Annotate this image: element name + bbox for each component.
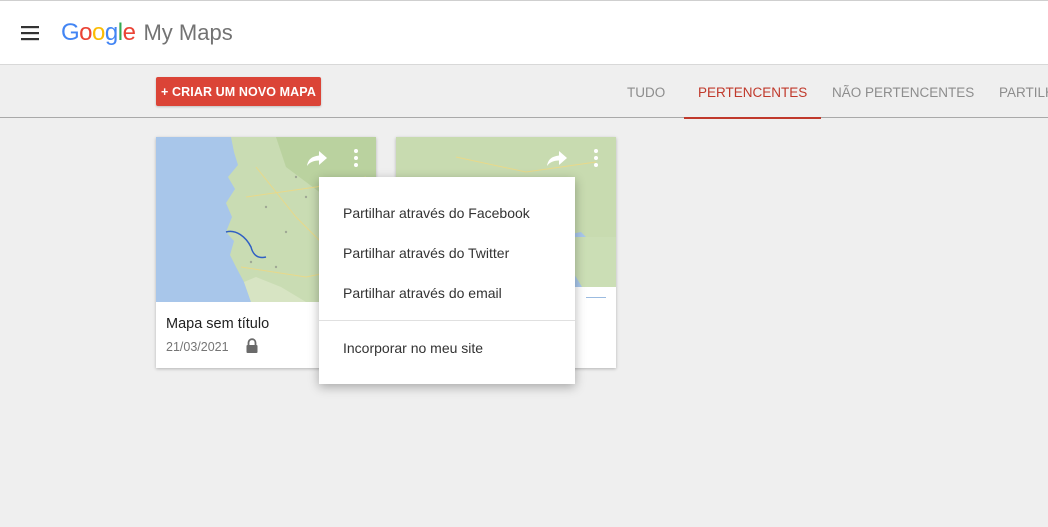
share-menu: Partilhar através do Facebook Partilhar … <box>319 177 575 384</box>
hamburger-menu-icon[interactable] <box>18 21 42 45</box>
menu-divider <box>319 320 575 321</box>
create-new-map-button[interactable]: + CRIAR UM NOVO MAPA <box>156 77 321 106</box>
map-date: 21/03/2021 <box>166 340 229 354</box>
share-icon[interactable] <box>306 149 328 167</box>
brand-letter: o <box>79 19 93 46</box>
tab-not-owned[interactable]: NÃO PERTENCENTES <box>832 66 974 118</box>
more-vert-icon[interactable] <box>590 148 602 168</box>
share-twitter-item[interactable]: Partilhar através do Twitter <box>319 233 575 273</box>
tab-owned[interactable]: PERTENCENTES <box>683 66 822 119</box>
app-header: Google My Maps <box>0 0 1048 65</box>
brand-letter: g <box>104 19 118 46</box>
google-wordmark: Google <box>61 19 136 47</box>
brand-letter: e <box>122 19 136 46</box>
brand-letter: o <box>92 19 105 46</box>
lock-icon <box>246 338 258 353</box>
brand-letter: G <box>61 19 80 46</box>
app-name: My Maps <box>143 20 233 45</box>
toolbar: + CRIAR UM NOVO MAPA TUDO PERTENCENTES N… <box>0 66 1048 119</box>
tab-shared[interactable]: PARTILH <box>999 66 1048 118</box>
embed-site-item[interactable]: Incorporar no meu site <box>319 328 575 368</box>
map-title[interactable]: Mapa sem título <box>166 316 269 332</box>
more-vert-icon[interactable] <box>350 148 362 168</box>
share-icon[interactable] <box>546 149 568 167</box>
tab-all[interactable]: TUDO <box>627 66 665 118</box>
share-facebook-item[interactable]: Partilhar através do Facebook <box>319 193 575 233</box>
google-my-maps-logo[interactable]: Google My Maps <box>61 16 233 50</box>
share-email-item[interactable]: Partilhar através do email <box>319 273 575 313</box>
